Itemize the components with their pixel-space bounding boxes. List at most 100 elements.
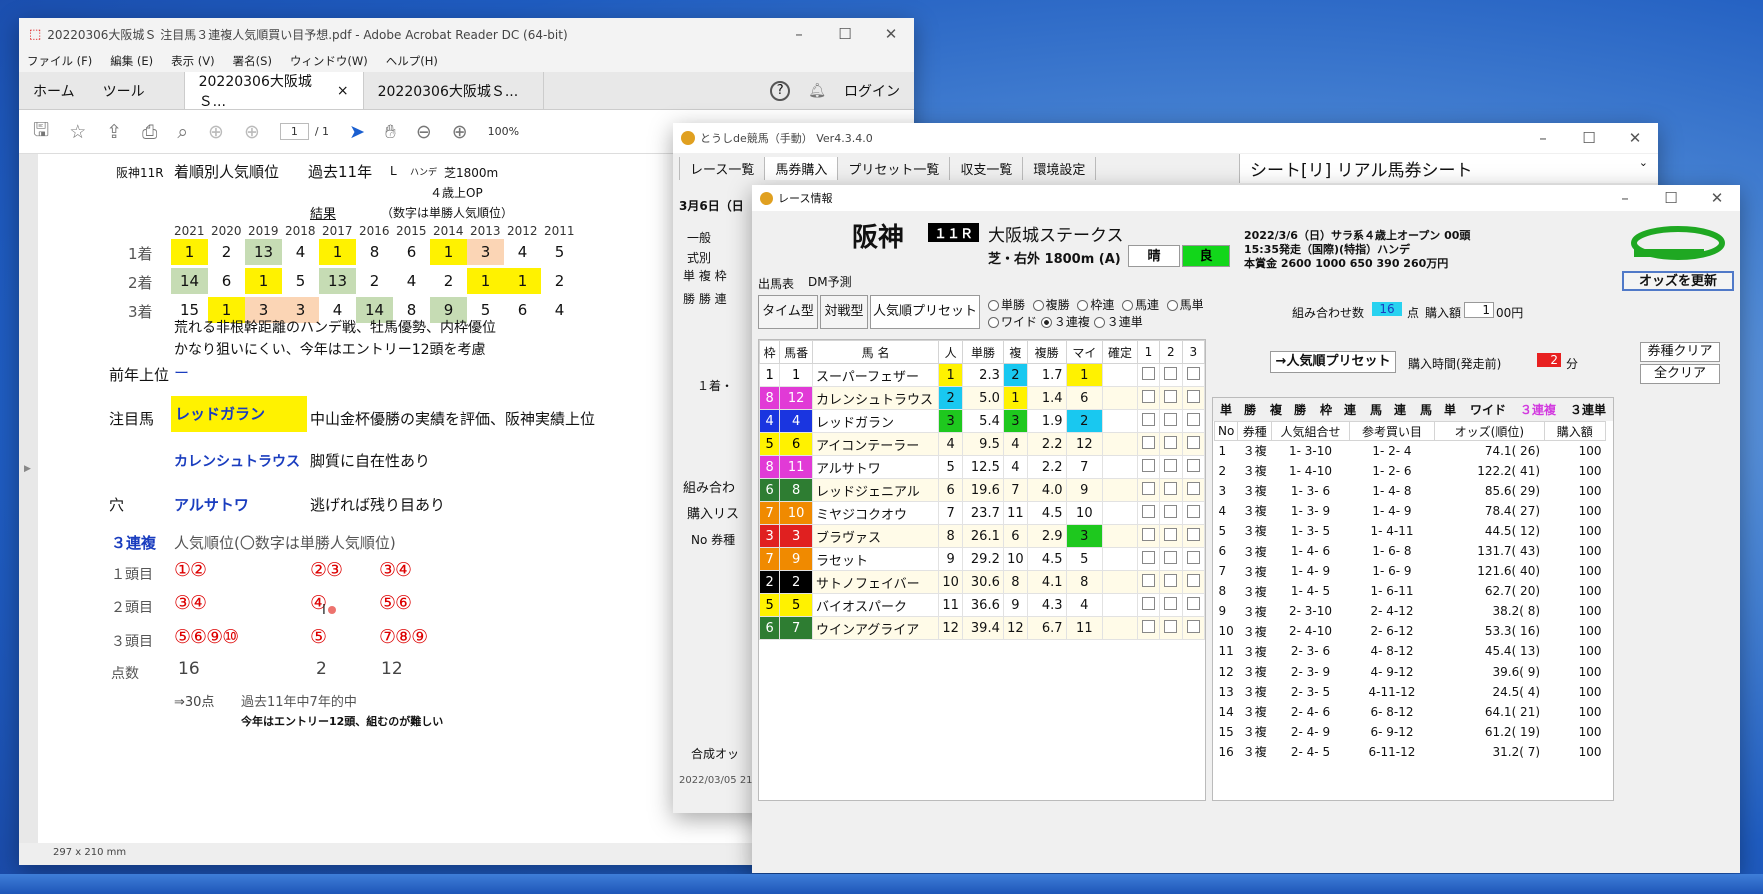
bet-type-tab[interactable]: ３連複 [1520, 401, 1556, 418]
menu-help[interactable]: ヘルプ(H) [386, 53, 438, 69]
checkbox[interactable] [1141, 527, 1155, 541]
tab-doc-2[interactable]: 20220306大阪城Ｓ... [364, 72, 544, 109]
zoom-level[interactable]: 100% [488, 125, 519, 138]
order-row[interactable]: 3 ３複 1- 3- 6 1- 4- 8 85.6( 29) 100 [1215, 481, 1606, 501]
checkbox[interactable] [1141, 389, 1155, 403]
close-icon[interactable]: ✕ [1694, 185, 1740, 214]
checkbox[interactable] [1141, 596, 1155, 610]
order-row[interactable]: 1 ３複 1- 3-10 1- 2- 4 74.1( 26) 100 [1215, 441, 1606, 461]
radio-wakuren[interactable]: 枠連 [1077, 298, 1114, 312]
bet-type-tab[interactable]: 単 勝 [1220, 401, 1256, 418]
checkbox[interactable] [1186, 435, 1200, 449]
checkbox[interactable] [1186, 481, 1200, 495]
order-row[interactable]: 2 ３複 1- 4-10 1- 2- 6 122.2( 41) 100 [1215, 461, 1606, 481]
hand-icon[interactable]: ✋︎ [385, 121, 396, 143]
tab-shutsuba[interactable]: 出馬表 [758, 275, 794, 292]
horse-row[interactable]: 5 5 バイオスパーク 11 36.6 9 4.3 4 [758, 593, 1206, 617]
maximize-icon[interactable]: ☐ [822, 18, 868, 50]
checkbox[interactable] [1186, 458, 1200, 472]
menu-presets[interactable]: プリセット一覧 [837, 156, 951, 180]
checkbox[interactable] [1186, 619, 1200, 633]
order-row[interactable]: 10 ３複 2- 4-10 2- 6-12 53.3( 16) 100 [1215, 621, 1606, 641]
menu-race-list[interactable]: レース一覧 [679, 156, 766, 180]
checkbox[interactable] [1186, 573, 1200, 587]
page-number-input[interactable]: 1 [279, 123, 309, 140]
time-input[interactable]: 2 [1537, 353, 1561, 367]
horse-row[interactable]: 8 11 アルサトワ 5 12.5 4 2.2 7 [758, 455, 1206, 479]
sheet-select[interactable]: シート[リ] リアル馬券シート ⌄ [1239, 153, 1658, 183]
save-icon[interactable]: 🖫 [33, 116, 49, 148]
menu-sign[interactable]: 署名(S) [233, 53, 272, 69]
minimize-icon[interactable]: – [1520, 123, 1566, 154]
taisen-type-button[interactable]: 対戦型 [820, 295, 868, 329]
ninki-preset-button[interactable]: 人気順プリセット [870, 295, 980, 329]
radio-umatan[interactable]: 馬単 [1166, 298, 1204, 312]
order-row[interactable]: 12 ３複 2- 3- 9 4- 9-12 39.6( 9) 100 [1215, 662, 1606, 682]
checkbox[interactable] [1141, 481, 1155, 495]
zoom-search-icon[interactable]: ⌕ [177, 121, 188, 143]
order-row[interactable]: 5 ３複 1- 3- 5 1- 4-11 44.5( 12) 100 [1215, 521, 1606, 541]
radio-wide[interactable]: ワイド [988, 315, 1037, 329]
checkbox[interactable] [1164, 573, 1178, 587]
menu-file[interactable]: ファイル (F) [27, 53, 92, 69]
horse-row[interactable]: 6 7 ウインアグライア 12 39.4 12 6.7 11 [758, 616, 1206, 640]
order-row[interactable]: 11 ３複 2- 3- 6 4- 8-12 45.4( 13) 100 [1215, 641, 1606, 661]
checkbox[interactable] [1164, 412, 1178, 426]
horse-row[interactable]: 6 8 レッドジェニアル 6 19.6 7 4.0 9 [758, 478, 1206, 502]
menu-settings[interactable]: 環境設定 [1022, 156, 1097, 180]
horse-row[interactable]: 2 2 サトノフェイバー 10 30.6 8 4.1 8 [758, 570, 1206, 594]
close-icon[interactable]: ✕ [1612, 123, 1658, 154]
order-row[interactable]: 9 ３複 2- 3-10 2- 4-12 38.2( 8) 100 [1215, 601, 1606, 621]
print-icon[interactable]: ⎙ [142, 121, 157, 143]
checkbox[interactable] [1141, 619, 1155, 633]
order-row[interactable]: 7 ３複 1- 4- 9 1- 6- 9 121.6( 40) 100 [1215, 561, 1606, 581]
radio-tansho[interactable]: 単勝 [988, 298, 1025, 312]
checkbox[interactable] [1141, 504, 1155, 518]
radio-sanrenpuku[interactable]: ３連複 [1040, 315, 1090, 329]
order-row[interactable]: 4 ３複 1- 3- 9 1- 4- 9 78.4( 27) 100 [1215, 501, 1606, 521]
checkbox[interactable] [1164, 550, 1178, 564]
radio-sanrentan[interactable]: ３連単 [1093, 315, 1143, 329]
menu-window[interactable]: ウィンドウ(W) [290, 53, 368, 69]
checkbox[interactable] [1186, 412, 1200, 426]
horse-row[interactable]: 5 6 アイコンテーラー 4 9.5 4 2.2 12 [758, 432, 1206, 456]
menu-balance[interactable]: 収支一覧 [949, 156, 1024, 180]
tab-doc-active[interactable]: 20220306大阪城Ｓ... × [183, 72, 364, 110]
help-icon[interactable]: ? [770, 80, 791, 101]
checkbox[interactable] [1164, 504, 1178, 518]
horse-row[interactable]: 7 10 ミヤジコクオウ 7 23.7 11 4.5 10 [758, 501, 1206, 525]
checkbox[interactable] [1186, 366, 1200, 380]
order-row[interactable]: 14 ３複 2- 4- 6 6- 8-12 64.1( 21) 100 [1215, 702, 1606, 722]
close-icon[interactable]: ✕ [868, 18, 914, 50]
checkbox[interactable] [1141, 550, 1155, 564]
checkbox[interactable] [1186, 389, 1200, 403]
order-row[interactable]: 13 ３複 2- 3- 5 4-11-12 24.5( 4) 100 [1215, 682, 1606, 702]
maximize-icon[interactable]: ☐ [1566, 123, 1612, 154]
checkbox[interactable] [1141, 573, 1155, 587]
checkbox[interactable] [1141, 366, 1155, 380]
update-odds-button[interactable]: オッズを更新 [1622, 271, 1734, 291]
zoom-in-icon[interactable]: ⊕ [452, 121, 468, 143]
horse-row[interactable]: 3 3 ブラヴァス 8 26.1 6 2.9 3 [758, 524, 1206, 548]
bet-type-tab[interactable]: 複 勝 [1270, 401, 1306, 418]
tab-home[interactable]: ホーム [19, 72, 89, 109]
bet-type-tab[interactable]: 馬 単 [1420, 401, 1456, 418]
minimize-icon[interactable]: – [1602, 185, 1648, 214]
bet-type-tab[interactable]: 枠 連 [1320, 401, 1356, 418]
order-row[interactable]: 6 ３複 1- 4- 6 1- 6- 8 131.7( 43) 100 [1215, 541, 1606, 561]
horse-row[interactable]: 7 9 ラセット 9 29.2 10 4.5 5 [758, 547, 1206, 571]
checkbox[interactable] [1141, 412, 1155, 426]
menu-buy[interactable]: 馬券購入 [764, 156, 839, 180]
select-cursor-icon[interactable]: ➤ [349, 121, 365, 143]
zoom-out-icon[interactable]: ⊖ [416, 121, 432, 143]
order-row[interactable]: 8 ３複 1- 4- 5 1- 6-11 62.7( 20) 100 [1215, 581, 1606, 601]
checkbox[interactable] [1164, 366, 1178, 380]
bet-type-tab[interactable]: ワイド [1470, 401, 1506, 418]
checkbox[interactable] [1186, 527, 1200, 541]
checkbox[interactable] [1141, 435, 1155, 449]
checkbox[interactable] [1164, 481, 1178, 495]
clear-type-button[interactable]: 券種クリア [1640, 342, 1720, 362]
buy-amount-input[interactable]: 1 [1464, 302, 1494, 318]
clear-all-button[interactable]: 全クリア [1640, 364, 1720, 384]
preset-apply-button[interactable]: →人気順プリセット [1270, 351, 1396, 373]
